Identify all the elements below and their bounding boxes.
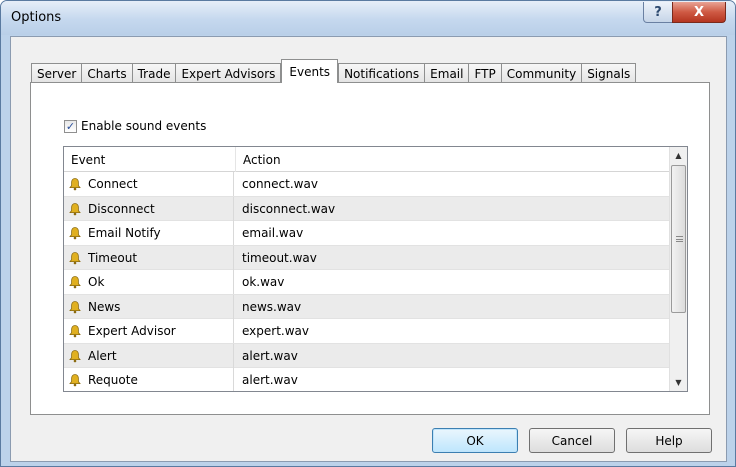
list-header: Event Action (64, 147, 669, 172)
tab-community[interactable]: Community (500, 63, 583, 83)
window-title: Options (11, 10, 62, 25)
event-cell: News (68, 294, 234, 319)
action-cell: alert.wav (242, 373, 298, 387)
event-name: Connect (88, 177, 138, 191)
table-row[interactable]: Requote alert.wav (64, 368, 669, 391)
event-cell: Alert (68, 343, 234, 368)
bell-icon (69, 374, 81, 387)
event-cell: Ok (68, 270, 234, 294)
column-header-event[interactable]: Event (64, 147, 236, 172)
tab-charts[interactable]: Charts (81, 63, 133, 83)
bell-icon (69, 227, 81, 240)
scroll-grip-icon (676, 236, 683, 242)
tab-email[interactable]: Email (424, 63, 470, 83)
tab-notifications[interactable]: Notifications (338, 63, 426, 83)
table-row[interactable]: Timeout timeout.wav (64, 245, 669, 270)
table-row[interactable]: Disconnect disconnect.wav (64, 196, 669, 221)
action-cell: alert.wav (242, 348, 298, 363)
dialog-body: Server Charts Trade Expert Advisors Events No… (10, 36, 727, 462)
scroll-up-icon[interactable]: ▲ (670, 147, 687, 164)
table-row[interactable]: Expert Advisor expert.wav (64, 319, 669, 344)
scroll-down-icon[interactable]: ▼ (670, 374, 687, 391)
event-name: Alert (88, 348, 117, 363)
event-cell: Disconnect (68, 196, 234, 221)
event-name: Ok (88, 275, 105, 289)
tab-events[interactable]: Events (281, 59, 339, 83)
action-cell: expert.wav (242, 324, 309, 338)
bell-icon (69, 300, 81, 313)
tab-server[interactable]: Server (31, 63, 83, 83)
enable-sound-events-label: Enable sound events (81, 119, 207, 133)
title-bar[interactable]: Options ? X (1, 1, 735, 35)
bell-icon (69, 251, 81, 264)
enable-sound-events-checkbox[interactable]: ✓ (64, 119, 77, 133)
bell-icon (69, 178, 81, 191)
ok-button[interactable]: OK (432, 428, 518, 453)
event-name: Expert Advisor (88, 324, 176, 338)
event-cell: Requote (68, 368, 234, 391)
event-cell: Connect (68, 172, 234, 196)
event-name: News (88, 299, 121, 314)
action-cell: news.wav (242, 299, 302, 314)
event-cell: Expert Advisor (68, 319, 234, 343)
event-cell: Timeout (68, 245, 234, 270)
table-row[interactable]: Ok ok.wav (64, 270, 669, 295)
event-name: Requote (88, 373, 138, 387)
table-row[interactable]: Email Notify email.wav (64, 221, 669, 246)
enable-sound-events-option[interactable]: ✓ Enable sound events (64, 119, 206, 133)
close-icon[interactable]: X (672, 2, 726, 23)
bell-icon (69, 325, 81, 338)
tab-expert-advisors[interactable]: Expert Advisors (175, 63, 282, 83)
table-row[interactable]: Connect connect.wav (64, 172, 669, 197)
bell-icon (69, 202, 81, 215)
scrollbar-thumb[interactable] (671, 165, 686, 313)
action-cell: timeout.wav (242, 250, 317, 265)
bell-icon (69, 276, 81, 289)
action-cell: connect.wav (242, 177, 318, 191)
event-name: Email Notify (88, 226, 161, 240)
help-icon[interactable]: ? (643, 2, 673, 23)
tab-signals[interactable]: Signals (581, 63, 637, 83)
action-cell: ok.wav (242, 275, 285, 289)
action-cell: disconnect.wav (242, 201, 336, 216)
event-name: Timeout (88, 250, 138, 265)
column-header-action[interactable]: Action (236, 147, 669, 172)
cancel-button[interactable]: Cancel (529, 428, 615, 453)
events-panel: ✓ Enable sound events Event Action Conne… (30, 82, 710, 415)
table-row[interactable]: News news.wav (64, 294, 669, 319)
event-name: Disconnect (88, 201, 155, 216)
help-button[interactable]: Help (626, 428, 712, 453)
options-window: Options ? X Server Charts Trade Expert Advi… (0, 0, 736, 467)
table-row[interactable]: Alert alert.wav (64, 343, 669, 368)
action-cell: email.wav (242, 226, 304, 240)
vertical-scrollbar[interactable]: ▲ ▼ (669, 147, 687, 391)
bell-icon (69, 349, 81, 362)
tab-trade[interactable]: Trade (131, 63, 177, 83)
event-cell: Email Notify (68, 221, 234, 245)
events-list[interactable]: Event Action Connect connect.wav Disconnec… (63, 146, 688, 392)
tab-strip: Server Charts Trade Expert Advisors Events No… (31, 59, 637, 83)
tab-ftp[interactable]: FTP (468, 63, 502, 83)
